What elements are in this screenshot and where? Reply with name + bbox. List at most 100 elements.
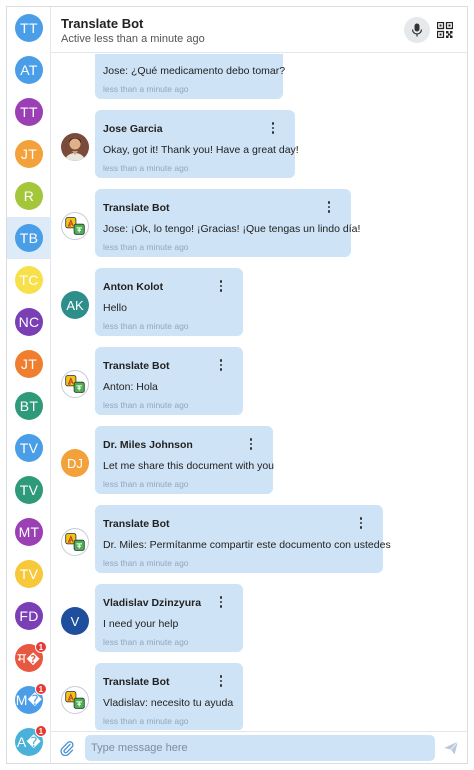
message-bubble[interactable]: Translate Bot Dr. Miles: Permítanme compa… [95,505,391,573]
sidebar-conversation-item[interactable]: TV [7,469,51,511]
sender-name: Jose Garcia [103,123,163,135]
message-bubble[interactable]: Jose Garcia Okay, got it! Thank you! Have… [95,110,299,178]
send-icon[interactable] [443,740,459,756]
sender-name: Vladislav Dzinzyura [103,597,202,609]
message-text: Jose: ¿Qué medicamento debo tomar? [103,65,286,77]
avatar-initials: AK [66,297,84,313]
sidebar-conversation-item[interactable]: NC [7,301,51,343]
sidebar-conversation-item[interactable]: TT [7,91,51,133]
sidebar-conversation-item[interactable]: R [7,175,51,217]
avatar: BT [15,392,43,420]
avatar: M� 1 [15,683,47,714]
avatar: R [15,182,43,210]
sender-name: Dr. Miles Johnson [103,439,193,451]
microphone-button[interactable] [404,17,430,43]
avatar: A� 1 [15,725,47,756]
avatar-initials: R [23,188,35,204]
message-bubble[interactable]: Translate Bot Anton: Hola less than a minu… [95,347,243,415]
message-bubble[interactable]: Anton Kolot Hello less than a minute ago [95,268,243,336]
message-text: Jose: ¡Ok, lo tengo! ¡Gracias! ¡Que teng… [103,223,361,235]
message-text: Let me share this document with you [103,460,275,472]
sidebar-conversation-item[interactable]: JT [7,133,51,175]
sender-avatar[interactable]: DJ [61,449,89,477]
more-options-icon[interactable] [216,594,226,610]
message-text: Vladislav: necesito tu ayuda [103,697,234,709]
avatar-initials: AT [20,62,38,78]
paperclip-icon[interactable] [59,740,75,756]
avatar: TT [15,14,43,42]
avatar: JT [15,350,43,378]
sender-name: Translate Bot [103,360,170,372]
chat-title: Translate Bot [61,16,144,31]
message-bubble[interactable]: Translate Bot Vladislav: necesito tu ayud… [95,663,243,730]
sidebar-conversation-item[interactable]: BT [7,385,51,427]
sidebar-conversation-item[interactable]: म� 1 [7,637,51,679]
avatar: TV [15,476,43,504]
avatar: FD [15,602,43,630]
message-bubble[interactable]: Jose: ¿Qué medicamento debo tomar? less t… [95,54,286,99]
sidebar-conversation-item[interactable]: TB [7,217,51,259]
microphone-icon [411,23,423,37]
message-text: Okay, got it! Thank you! Have a great da… [103,144,299,156]
translate-bot-avatar[interactable] [61,686,89,714]
sidebar-conversation-item[interactable]: TV [7,427,51,469]
avatar: TT [15,98,43,126]
sidebar-conversation-item[interactable]: A� 1 [7,721,51,763]
more-options-icon[interactable] [246,436,256,452]
translate-bot-avatar[interactable] [61,528,89,556]
avatar-initials: JT [20,146,38,162]
more-options-icon[interactable] [216,673,226,689]
more-options-icon[interactable] [216,278,226,294]
message-bubble[interactable]: Vladislav Dzinzyura I need your help less … [95,584,243,652]
sidebar-conversation-item[interactable]: JT [7,343,51,385]
avatar-initials: FD [19,608,39,624]
more-options-icon[interactable] [356,515,366,531]
sender-avatar[interactable]: AK [61,291,89,319]
avatar-initials: JT [20,356,38,372]
avatar: TV [15,434,43,462]
more-options-icon[interactable] [268,120,278,136]
translate-bot-avatar[interactable] [61,370,89,398]
qr-code-icon [437,22,453,38]
sidebar-conversation-item[interactable]: AT [7,49,51,91]
avatar-initials: TB [19,230,39,246]
message-list[interactable]: Jose: ¿Qué medicamento debo tomar? less t… [51,54,467,730]
more-options-icon[interactable] [216,357,226,373]
avatar: TC [15,266,43,294]
avatar: AT [15,56,43,84]
unread-badge: 1 [35,641,47,653]
sidebar-conversation-item[interactable]: M� 1 [7,679,51,721]
message-bubble[interactable]: Translate Bot Jose: ¡Ok, lo tengo! ¡Graci… [95,189,360,257]
unread-badge: 1 [35,725,47,737]
app-window: TT AT TT JT R TB TC NC JT BT TV TV MT TV FD म� 1 M� 1 A� 1 T… [6,6,468,764]
message-timestamp: less than a minute ago [103,479,189,489]
message-timestamp: less than a minute ago [103,163,189,173]
sidebar-conversation-item[interactable]: TT [7,7,51,49]
sender-avatar[interactable]: V [61,607,89,635]
translate-bot-avatar[interactable] [61,212,89,240]
sender-name: Translate Bot [103,202,170,214]
message-timestamp: less than a minute ago [103,558,189,568]
sidebar-conversation-item[interactable]: MT [7,511,51,553]
avatar-initials: TC [19,272,39,288]
avatar-initials: DJ [67,455,83,471]
sidebar-conversation-item[interactable]: TC [7,259,51,301]
message-bubble[interactable]: Dr. Miles Johnson Let me share this docum… [95,426,275,494]
more-options-icon[interactable] [324,199,334,215]
qr-code-button[interactable] [435,20,455,40]
avatar: JT [15,140,43,168]
chat-status: Active less than a minute ago [61,33,205,45]
message-text: Anton: Hola [103,381,158,393]
message-timestamp: less than a minute ago [103,400,189,410]
conversation-sidebar: TT AT TT JT R TB TC NC JT BT TV TV MT TV FD म� 1 M� 1 A� 1 [7,7,51,763]
sender-photo-avatar[interactable] [61,133,89,161]
avatar-initials: NC [18,314,40,330]
message-timestamp: less than a minute ago [103,242,189,252]
sidebar-conversation-item[interactable]: FD [7,595,51,637]
sidebar-conversation-item[interactable]: TV [7,553,51,595]
avatar-initials: V [70,613,80,629]
sender-name: Translate Bot [103,676,170,688]
message-input[interactable] [85,735,435,761]
sender-name: Anton Kolot [103,281,164,293]
avatar-initials: TV [19,566,39,582]
